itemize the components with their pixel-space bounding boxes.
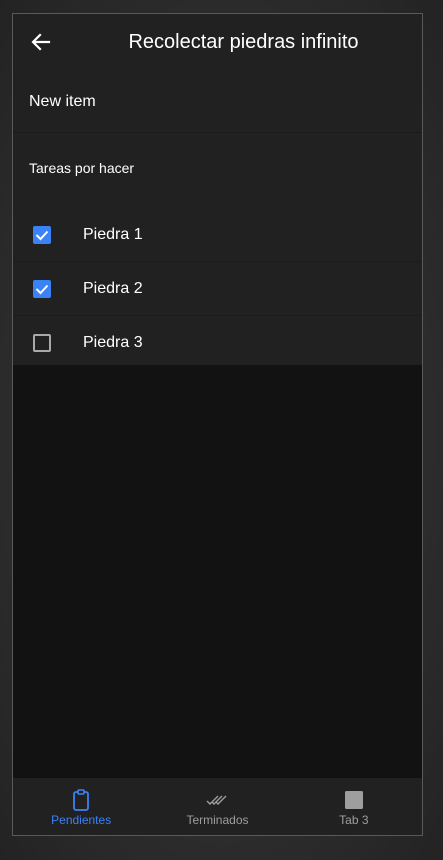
clipboard-icon (70, 789, 92, 811)
tab-terminados[interactable]: Terminados (149, 778, 285, 835)
section-title: Tareas por hacer (29, 160, 135, 176)
square-icon (343, 789, 365, 811)
task-row[interactable]: Piedra 2 (13, 262, 422, 316)
task-list: Tareas por hacer Piedra 1 Piedra 2 Piedr… (13, 133, 422, 365)
task-checkbox-checked[interactable] (33, 226, 51, 244)
app-frame: Recolectar piedras infinito New item Tar… (12, 13, 423, 836)
app-bar: Recolectar piedras infinito (13, 14, 422, 72)
tab-label: Tab 3 (339, 813, 369, 827)
new-item-input[interactable]: New item (29, 71, 96, 133)
tab-pendientes[interactable]: Pendientes (13, 778, 149, 835)
page-title: Recolectar piedras infinito (128, 31, 359, 53)
task-label: Piedra 2 (83, 280, 143, 297)
screen-backdrop: Recolectar piedras infinito New item Tar… (0, 0, 443, 860)
new-item-field[interactable]: New item (13, 71, 422, 133)
task-row[interactable]: Piedra 1 (13, 208, 422, 262)
double-check-icon (206, 789, 228, 811)
tab-label: Pendientes (51, 813, 112, 827)
tab-3[interactable]: Tab 3 (286, 778, 422, 835)
back-button[interactable] (25, 26, 57, 58)
checkmark-icon (35, 230, 49, 241)
task-label: Piedra 1 (83, 226, 143, 243)
arrow-left-icon (31, 33, 51, 51)
checkmark-icon (35, 284, 49, 295)
task-checkbox-checked[interactable] (33, 280, 51, 298)
task-row[interactable]: Piedra 3 (13, 316, 422, 370)
task-checkbox-unchecked[interactable] (33, 334, 51, 352)
tab-label: Terminados (186, 813, 249, 827)
bottom-navigation: Pendientes Terminados Tab 3 (13, 778, 422, 835)
task-label: Piedra 3 (83, 334, 143, 351)
